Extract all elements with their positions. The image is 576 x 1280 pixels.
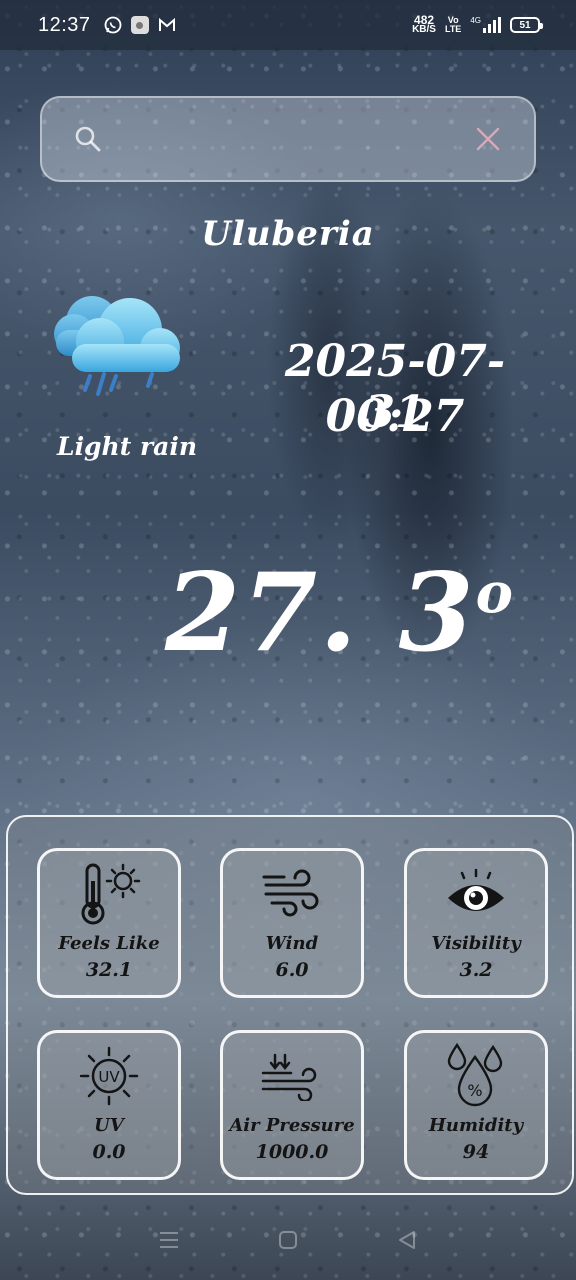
temperature-value: 27. 3	[165, 550, 476, 676]
status-bar: 12:37 482 KB/S Vo LTE 4G 51	[0, 0, 576, 50]
wind-card: Wind 6.0	[220, 848, 364, 998]
air-pressure-value: 1000.0	[255, 1141, 329, 1163]
app-icon	[130, 16, 149, 34]
uv-value: 0.0	[92, 1141, 126, 1163]
search-input[interactable]	[122, 119, 454, 159]
svg-text:UV: UV	[98, 1068, 120, 1086]
status-time: 12:37	[38, 13, 91, 36]
current-time: 00:27	[325, 391, 465, 442]
feels-like-label: Feels Like	[58, 933, 160, 954]
humidity-label: Humidity	[428, 1115, 524, 1136]
humidity-card: % Humidity 94	[404, 1030, 548, 1180]
eye-icon	[444, 855, 508, 933]
city-name: Uluberia	[201, 214, 375, 254]
search-bar	[40, 96, 536, 182]
system-navigation-bar	[0, 1200, 576, 1280]
weather-details-panel: Feels Like 32.1 Wind 6.0 Visibility 3.2 …	[6, 815, 574, 1195]
network-speed: 482 KB/S	[412, 13, 436, 35]
back-icon[interactable]	[387, 1220, 427, 1260]
visibility-card: Visibility 3.2	[404, 848, 548, 998]
close-icon[interactable]	[472, 123, 504, 155]
gmail-icon	[157, 15, 177, 35]
home-icon[interactable]	[268, 1220, 308, 1260]
air-pressure-icon	[261, 1037, 323, 1115]
wind-label: Wind	[265, 933, 319, 954]
signal-icon: 4G	[470, 17, 501, 33]
humidity-drops-icon: %	[445, 1037, 507, 1115]
cloud-rain-icon	[52, 290, 182, 402]
visibility-label: Visibility	[431, 933, 521, 954]
air-pressure-card: Air Pressure 1000.0	[220, 1030, 364, 1180]
menu-icon[interactable]	[149, 1220, 189, 1260]
search-icon[interactable]	[72, 123, 104, 155]
wind-icon	[262, 855, 322, 933]
notification-icons	[103, 15, 177, 35]
battery-icon: 51	[510, 17, 543, 33]
air-pressure-label: Air Pressure	[229, 1115, 355, 1136]
wind-value: 6.0	[275, 959, 309, 981]
feels-like-value: 32.1	[85, 959, 133, 981]
uv-label: UV	[94, 1115, 124, 1136]
thermometer-sun-icon	[73, 855, 145, 933]
visibility-value: 3.2	[459, 959, 493, 981]
feels-like-card: Feels Like 32.1	[37, 848, 181, 998]
uv-sun-icon: UV	[77, 1037, 141, 1115]
volte-indicator: Vo LTE	[444, 15, 462, 34]
degree-symbol: o	[475, 560, 515, 626]
svg-text:%: %	[467, 1081, 482, 1100]
whatsapp-icon	[103, 15, 123, 35]
current-temperature: 27. 3o	[150, 550, 530, 676]
uv-card: UV UV 0.0	[37, 1030, 181, 1180]
weather-condition: Light rain	[56, 432, 198, 461]
humidity-value: 94	[462, 1141, 490, 1163]
system-status-icons: 482 KB/S Vo LTE 4G 51	[412, 13, 543, 35]
